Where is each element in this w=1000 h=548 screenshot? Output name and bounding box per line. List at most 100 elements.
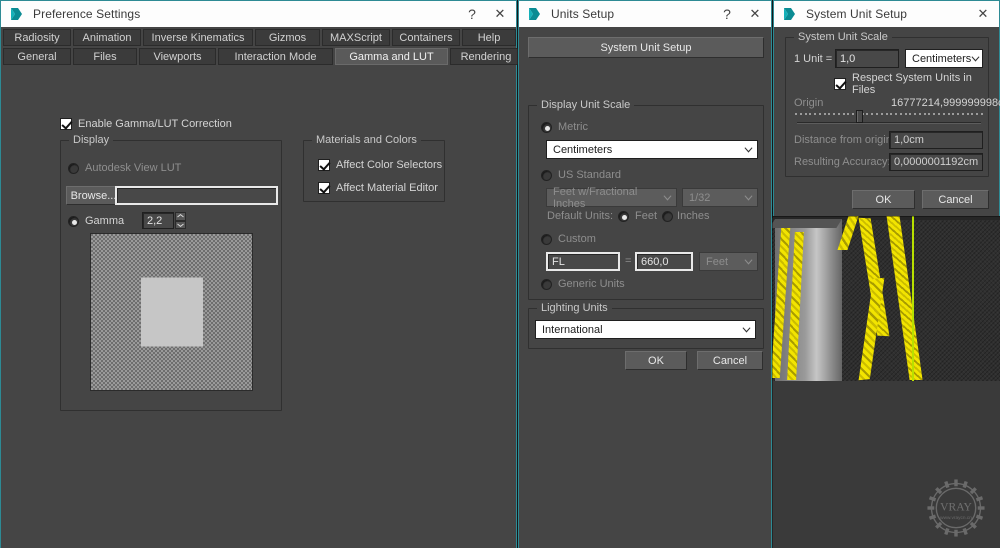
lighting-units-combo[interactable]: International	[535, 320, 756, 339]
metric-unit-combo[interactable]: Centimeters	[546, 140, 758, 159]
browse-button[interactable]: Browse...	[66, 186, 121, 205]
tab-general[interactable]: General	[3, 48, 71, 65]
metric-radio[interactable]: Metric	[541, 121, 588, 133]
system-unit-type-value: Centimeters	[912, 52, 972, 65]
respect-system-units-checkbox[interactable]: Respect System Units in Files	[834, 72, 988, 96]
one-unit-label: 1 Unit =	[794, 53, 833, 65]
preference-settings-titlebar: Preference Settings ? ✕	[1, 1, 516, 27]
radio-dot	[68, 162, 79, 174]
distance-from-origin-label: Distance from origin:	[794, 134, 895, 146]
display-group-legend: Display	[69, 134, 114, 146]
close-icon[interactable]: ✕	[486, 2, 514, 26]
tab-radiosity[interactable]: Radiosity	[3, 29, 71, 46]
autodesk-view-lut-radio[interactable]: Autodesk View LUT	[68, 162, 181, 174]
origin-slider-ticks	[795, 112, 983, 116]
radio-dot	[541, 121, 552, 133]
default-units-feet-radio[interactable]: Feet	[618, 210, 657, 222]
system-unit-setup-dialog: System Unit Setup ✕ System Unit Scale 1 …	[773, 0, 1000, 216]
materials-group-legend: Materials and Colors	[312, 134, 421, 146]
origin-label: Origin	[794, 97, 824, 109]
display-unit-scale-group: Display Unit Scale Metric Centimeters US…	[528, 99, 764, 300]
system-unit-setup-button[interactable]: System Unit Setup	[528, 37, 764, 58]
units-setup-cancel-button[interactable]: Cancel	[697, 351, 763, 370]
units-setup-dialog: Units Setup ? ✕ System Unit Setup Displa…	[518, 0, 772, 548]
spinner-down[interactable]	[175, 220, 186, 229]
system-unit-ok-button[interactable]: OK	[852, 190, 915, 209]
tab-gamma-and-lut[interactable]: Gamma and LUT	[335, 48, 448, 65]
tab-help[interactable]: Help	[462, 29, 516, 46]
origin-slider-track[interactable]	[797, 122, 981, 124]
help-button[interactable]: ?	[713, 2, 741, 26]
tab-interaction-mode[interactable]: Interaction Mode	[218, 48, 333, 65]
metric-label: Metric	[558, 121, 588, 133]
gamma-radio[interactable]: Gamma	[68, 215, 124, 227]
system-unit-cancel-button[interactable]: Cancel	[922, 190, 989, 209]
gamma-preview	[90, 233, 253, 391]
custom-name-input[interactable]: FL	[546, 252, 620, 271]
tab-maxscript[interactable]: MAXScript	[322, 29, 390, 46]
chevron-down-icon	[744, 195, 753, 201]
origin-value: 16777214,999999998cm	[891, 97, 1000, 109]
affect-material-editor-checkbox[interactable]: Affect Material Editor	[318, 182, 438, 194]
checkbox-box	[318, 182, 330, 194]
origin-slider-thumb[interactable]	[856, 110, 863, 123]
system-unit-type-combo[interactable]: Centimeters	[905, 49, 983, 68]
units-setup-title: Units Setup	[551, 7, 615, 21]
tab-gizmos[interactable]: Gizmos	[255, 29, 320, 46]
spinner-up[interactable]	[175, 212, 186, 221]
chevron-down-icon	[971, 56, 980, 62]
custom-radio[interactable]: Custom	[541, 233, 596, 245]
gamma-radio-label: Gamma	[85, 215, 125, 227]
lut-path-field[interactable]	[115, 186, 278, 205]
system-unit-setup-body: System Unit Scale 1 Unit = 1,0 Centimete…	[774, 27, 1000, 216]
tab-containers[interactable]: Containers	[392, 29, 460, 46]
viewport-pillar-top	[769, 219, 842, 228]
preference-tabs-row-2: General Files Viewports Interaction Mode…	[1, 48, 522, 65]
us-standard-radio[interactable]: US Standard	[541, 169, 621, 181]
chevron-down-icon	[744, 147, 753, 153]
gamma-spinner[interactable]	[175, 212, 186, 229]
us-standard-fraction-combo[interactable]: 1/32	[682, 188, 758, 207]
app-logo-icon	[784, 8, 795, 20]
tab-viewports[interactable]: Viewports	[139, 48, 216, 65]
one-unit-input[interactable]: 1,0	[835, 49, 899, 68]
custom-number-input[interactable]: 660,0	[635, 252, 693, 271]
custom-unit-combo[interactable]: Feet	[699, 252, 758, 271]
tab-inverse-kinematics[interactable]: Inverse Kinematics	[143, 29, 253, 46]
generic-units-radio[interactable]: Generic Units	[541, 278, 625, 290]
close-icon[interactable]: ✕	[969, 2, 997, 26]
affect-color-selectors-checkbox[interactable]: Affect Color Selectors	[318, 159, 442, 171]
units-setup-ok-button[interactable]: OK	[625, 351, 687, 370]
enable-gamma-lut-checkbox[interactable]: Enable Gamma/LUT Correction	[60, 118, 232, 130]
materials-and-colors-group: Materials and Colors Affect Color Select…	[303, 134, 445, 202]
tab-animation[interactable]: Animation	[73, 29, 141, 46]
respect-system-units-label: Respect System Units in Files	[852, 72, 972, 96]
system-unit-scale-legend: System Unit Scale	[794, 31, 892, 43]
chevron-down-icon	[177, 223, 184, 227]
us-standard-format-combo[interactable]: Feet w/Fractional Inches	[546, 185, 677, 210]
app-logo-icon	[529, 8, 540, 20]
chevron-down-icon	[742, 327, 751, 333]
resulting-accuracy-value: 0,0000001192cm	[889, 153, 983, 171]
lighting-units-legend: Lighting Units	[537, 302, 612, 314]
close-icon[interactable]: ✕	[741, 2, 769, 26]
tab-rendering[interactable]: Rendering	[450, 48, 522, 65]
autodesk-view-lut-label: Autodesk View LUT	[85, 162, 182, 174]
system-unit-scale-group: System Unit Scale 1 Unit = 1,0 Centimete…	[785, 31, 1000, 177]
resulting-accuracy-label: Resulting Accuracy:	[794, 156, 891, 168]
display-unit-scale-legend: Display Unit Scale	[537, 99, 635, 111]
preference-settings-dialog: Preference Settings ? ✕ Radiosity Animat…	[0, 0, 522, 548]
default-units-row: Default Units: Feet Inches	[547, 210, 709, 222]
affect-color-selectors-label: Affect Color Selectors	[336, 159, 443, 171]
us-standard-format-value: Feet w/Fractional Inches	[553, 185, 638, 210]
screen: VRAY www.vraycn.cn Preference Settings ?…	[0, 0, 1000, 548]
help-button[interactable]: ?	[458, 2, 486, 26]
preference-tabs-row-1: Radiosity Animation Inverse Kinematics G…	[1, 29, 518, 46]
watermark-logo: VRAY www.vraycn.cn	[927, 479, 985, 537]
default-units-inches-radio[interactable]: Inches	[662, 210, 709, 222]
tab-files[interactable]: Files	[73, 48, 137, 65]
lighting-units-value: International	[542, 323, 603, 336]
system-unit-setup-titlebar: System Unit Setup ✕	[774, 1, 999, 27]
gamma-spinner-group: 2,2	[142, 212, 186, 229]
gamma-value-input[interactable]: 2,2	[142, 212, 174, 229]
